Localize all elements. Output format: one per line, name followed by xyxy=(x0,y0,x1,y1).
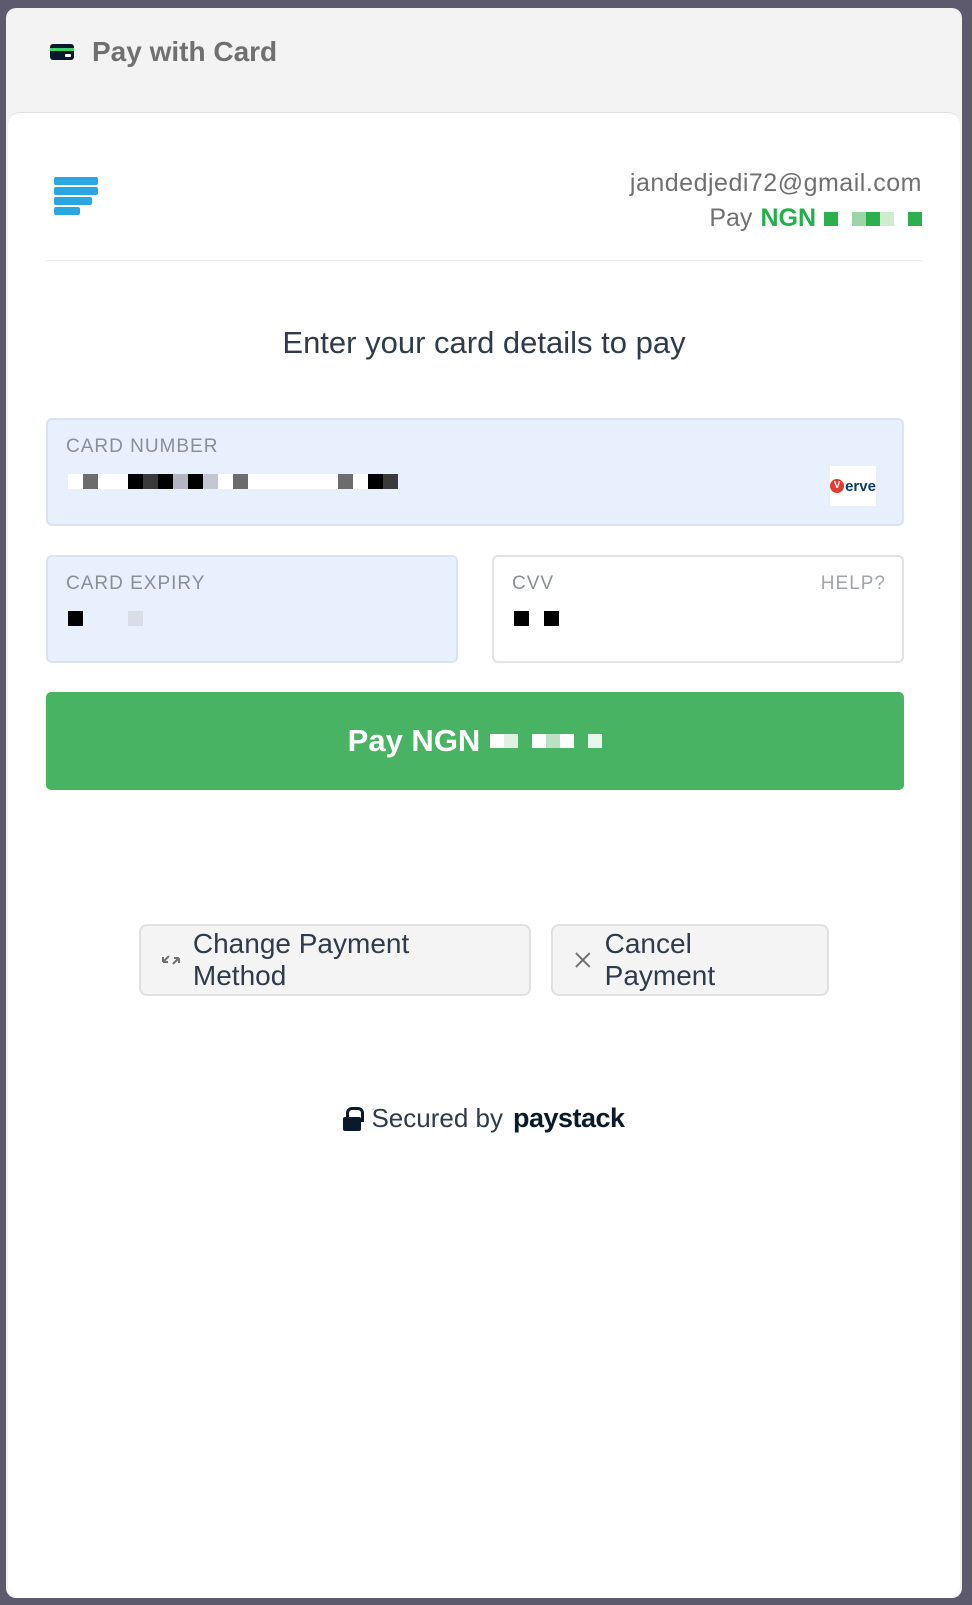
masked-pixel xyxy=(353,474,368,489)
masked-pixel xyxy=(278,474,293,489)
masked-pixel xyxy=(518,734,533,748)
masked-pixel xyxy=(529,611,544,626)
masked-pixel xyxy=(128,474,143,489)
payment-actions: Change Payment Method Cancel Payment xyxy=(8,924,960,996)
masked-pixel xyxy=(544,611,559,626)
pay-button[interactable]: Pay NGN xyxy=(46,692,904,790)
cvv-help-link[interactable]: HELP? xyxy=(821,573,886,595)
masked-pixel xyxy=(203,474,218,489)
verve-logo-icon: Verve xyxy=(830,466,876,506)
header-title: Pay with Card xyxy=(92,36,278,67)
masked-pixel xyxy=(143,474,158,489)
masked-pixel xyxy=(588,734,603,748)
merchant-row: jandedjedi72@gmail.com Pay NGN xyxy=(46,113,922,261)
secured-by-footer: Secured by paystack xyxy=(8,1103,960,1134)
card-expiry-label: CARD EXPIRY xyxy=(66,573,206,594)
masked-pixel xyxy=(83,611,98,626)
masked-pixel xyxy=(490,734,505,748)
card-icon xyxy=(50,44,74,60)
masked-pixel xyxy=(173,474,188,489)
masked-pixel xyxy=(68,474,83,489)
card-expiry-field[interactable]: CARD EXPIRY xyxy=(46,555,458,663)
masked-pixel xyxy=(128,611,143,626)
masked-pixel xyxy=(113,474,128,489)
masked-pixel xyxy=(308,474,323,489)
masked-pixel xyxy=(323,474,338,489)
merchant-logo-icon xyxy=(54,177,100,223)
masked-pixel xyxy=(293,474,308,489)
merchant-info: jandedjedi72@gmail.com Pay NGN xyxy=(630,169,922,233)
paystack-logo: paystack xyxy=(512,1103,625,1133)
masked-pixel xyxy=(838,211,852,226)
masked-pixel xyxy=(504,734,519,748)
masked-pixel xyxy=(560,734,575,748)
secured-label: Secured by xyxy=(371,1103,503,1133)
masked-pixel xyxy=(852,211,866,226)
masked-pixel xyxy=(866,211,880,226)
masked-pixel xyxy=(532,734,547,748)
masked-pixel xyxy=(113,611,128,626)
masked-pixel xyxy=(98,474,113,489)
merchant-pay-amount: Pay NGN xyxy=(630,204,922,233)
card-number-field[interactable]: CARD NUMBER Verve xyxy=(46,418,904,526)
masked-pixel xyxy=(83,474,98,489)
cancel-payment-label: Cancel Payment xyxy=(604,928,716,991)
cvv-value xyxy=(514,611,559,626)
masked-pixel xyxy=(233,474,248,489)
cvv-field[interactable]: CVV HELP? xyxy=(492,555,904,663)
masked-pixel xyxy=(248,474,263,489)
masked-pixel xyxy=(263,474,278,489)
change-payment-method-button[interactable]: Change Payment Method xyxy=(139,924,531,996)
card-number-value xyxy=(68,474,398,489)
close-icon xyxy=(575,952,591,968)
currency-code: NGN xyxy=(760,204,816,232)
card-number-label: CARD NUMBER xyxy=(66,436,219,457)
pay-button-amount xyxy=(490,734,603,748)
masked-pixel xyxy=(68,611,83,626)
card-expiry-value xyxy=(68,611,143,626)
pay-button-label: Pay NGN xyxy=(347,723,481,758)
masked-pixel xyxy=(218,474,233,489)
cvv-label: CVV xyxy=(512,573,555,594)
lock-icon xyxy=(343,1106,365,1131)
page-title: Enter your card details to pay xyxy=(282,325,686,360)
masked-pixel xyxy=(368,474,383,489)
masked-amount xyxy=(824,205,922,233)
swap-icon xyxy=(161,955,180,965)
pay-prefix: Pay xyxy=(709,204,753,232)
payment-modal: Pay with Card jandedjedi72@gmail.com Pay… xyxy=(6,8,962,1598)
change-payment-method-label: Change Payment Method xyxy=(192,928,410,991)
payment-panel: jandedjedi72@gmail.com Pay NGN Enter you… xyxy=(8,112,960,1598)
masked-pixel xyxy=(98,611,113,626)
masked-pixel xyxy=(894,211,908,226)
masked-pixel xyxy=(574,734,589,748)
masked-pixel xyxy=(514,611,529,626)
masked-pixel xyxy=(546,734,561,748)
masked-pixel xyxy=(158,474,173,489)
modal-header: Pay with Card xyxy=(6,8,962,104)
masked-pixel xyxy=(824,211,838,226)
masked-pixel xyxy=(383,474,398,489)
masked-pixel xyxy=(338,474,353,489)
masked-pixel xyxy=(880,211,894,226)
masked-pixel xyxy=(908,211,922,226)
customer-email: jandedjedi72@gmail.com xyxy=(629,169,922,197)
masked-pixel xyxy=(188,474,203,489)
cancel-payment-button[interactable]: Cancel Payment xyxy=(551,924,829,996)
